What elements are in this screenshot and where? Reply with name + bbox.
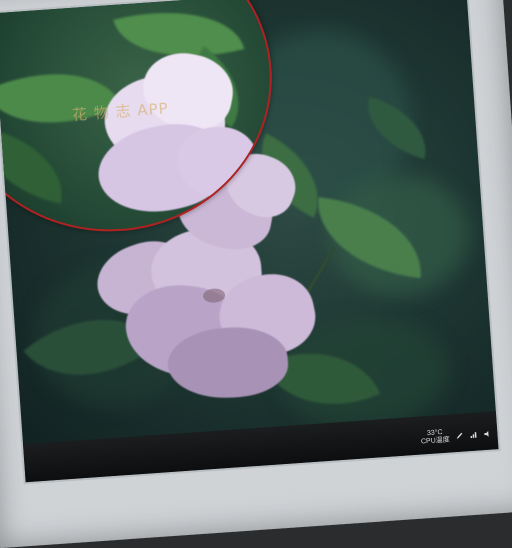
system-tray: 33°C CPU温度 [420,426,492,447]
network-icon[interactable] [469,431,478,440]
leaf [0,127,73,204]
pen-icon[interactable] [455,432,464,441]
screen-display: 花 物 志 APP 33°C CPU温度 [0,0,499,483]
cpu-temp-label: CPU温度 [420,436,450,446]
volume-icon[interactable] [483,430,492,439]
cpu-temp-readout[interactable]: 33°C CPU温度 [420,429,450,447]
leaf [0,41,122,155]
taskbar: 33°C CPU温度 [23,411,499,483]
monitor-frame: 花 物 志 APP 33°C CPU温度 [0,0,512,548]
